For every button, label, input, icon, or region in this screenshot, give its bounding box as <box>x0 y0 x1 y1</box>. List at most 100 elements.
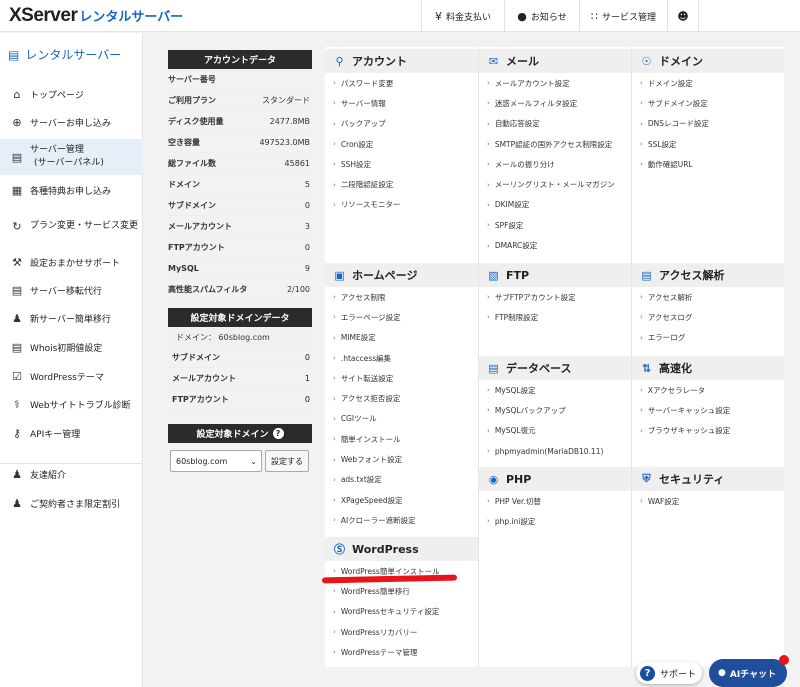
sidebar: ▤ レンタルサーバー ⌂ トップページ ⊕ サーバーお申し込み ▤ サーバー管理 (サーバ… <box>0 33 143 687</box>
menu-item[interactable]: › XPageSpeed設定 <box>325 490 478 510</box>
menu-item[interactable]: › SMTP認証の国外アクセス制限設定 <box>479 134 632 154</box>
sidebar-item-plan-change[interactable]: ↻ プラン変更・サービス変更 <box>0 209 143 243</box>
wordpress-theme-icon: ☑ <box>12 369 22 383</box>
service-management-nav-button[interactable]: ∷ サービス管理 <box>579 0 667 32</box>
menu-item[interactable]: › アクセス制限 <box>325 287 478 307</box>
menu-item[interactable]: › MIME設定 <box>325 328 478 348</box>
yen-circle-icon: ¥ <box>434 9 442 23</box>
menu-item[interactable]: › SSH設定 <box>325 154 478 174</box>
menu-item[interactable]: › パスワード変更 <box>325 73 478 93</box>
menu-item[interactable]: › 自動応答設定 <box>479 114 632 134</box>
bell-icon: ● <box>517 9 527 23</box>
section-homepage: ▣ ホームページ › アクセス制限 › エラーページ設定 › MIME設定 › .htacces… <box>325 263 478 531</box>
sidebar-item-wordpress-theme[interactable]: ☑ WordPressテーマ <box>0 365 143 387</box>
menu-item[interactable]: › ブラウザキャッシュ設定 <box>632 421 785 441</box>
menu-item[interactable]: › Webフォント設定 <box>325 449 478 469</box>
menu-item[interactable]: › MySQLバックアップ <box>479 400 632 420</box>
menu-item[interactable]: › メーリングリスト・メールマガジン <box>479 174 632 194</box>
sidebar-item-site-diagnosis[interactable]: ⚕ Webサイトトラブル診断 <box>0 393 143 415</box>
data-row: ディスク使用量 2477.8MB <box>168 111 312 132</box>
menu-item[interactable]: › SSL設定 <box>632 134 785 154</box>
menu-item[interactable]: › メールアカウント設定 <box>479 73 632 93</box>
section-speed-header: ⇅ 高速化 <box>632 356 785 380</box>
menu-item[interactable]: › サーバー情報 <box>325 93 478 113</box>
chevron-right-icon: › <box>333 354 336 363</box>
menu-item[interactable]: › アクセス解析 <box>632 287 785 307</box>
menu-item[interactable]: › .htaccess編集 <box>325 348 478 368</box>
php-icon: ◉ <box>488 472 499 486</box>
menu-item[interactable]: › AIクローラー遮断設定 <box>325 510 478 530</box>
sidebar-item-whois[interactable]: ▤ Whois初期値設定 <box>0 336 143 358</box>
sidebar-item-server-management[interactable]: ▤ サーバー管理 (サーバーパネル) <box>0 139 143 175</box>
menu-item[interactable]: › エラーログ <box>632 328 785 348</box>
notices-nav-button[interactable]: ● お知らせ <box>504 0 579 32</box>
sidebar-item-friend-referral[interactable]: ♟ 友達紹介 <box>0 463 143 485</box>
xserver-logo[interactable]: XServer レンタルサーバー <box>9 5 183 27</box>
billing-nav-button[interactable]: ¥ 料金支払い <box>421 0 504 32</box>
menu-item[interactable]: › MySQL設定 <box>479 380 632 400</box>
data-row: メールアカウント 1 <box>168 368 312 389</box>
sidebar-item-setup-support[interactable]: ⚒ 設定おまかせサポート <box>0 251 143 273</box>
menu-item[interactable]: › SPF設定 <box>479 215 632 235</box>
chevron-right-icon: › <box>333 160 336 169</box>
menu-item[interactable]: › ads.txt設定 <box>325 470 478 490</box>
domain-select[interactable]: 60sblog.com ⌄ <box>170 450 262 472</box>
support-button[interactable]: ? サポート <box>636 662 702 684</box>
sidebar-item-top[interactable]: ⌂ トップページ <box>0 83 143 105</box>
menu-item[interactable]: › リソースモニター <box>325 195 478 215</box>
menu-item[interactable]: › CGIツール <box>325 409 478 429</box>
sidebar-item-server-order[interactable]: ⊕ サーバーお申し込み <box>0 111 143 133</box>
menu-item[interactable]: › phpmyadmin(MariaDB10.11) <box>479 441 632 461</box>
menu-item[interactable]: › バックアップ <box>325 114 478 134</box>
menu-item[interactable]: › Cron設定 <box>325 134 478 154</box>
menu-item[interactable]: › サーバーキャッシュ設定 <box>632 400 785 420</box>
chevron-right-icon: › <box>487 241 490 250</box>
menu-item[interactable]: › WAF設定 <box>632 491 785 511</box>
chevron-right-icon: › <box>487 447 490 456</box>
sidebar-item-easy-migration[interactable]: ♟ 新サーバー簡単移行 <box>0 307 143 329</box>
section-security-header: ⛨ セキュリティ <box>632 467 785 491</box>
menu-item[interactable]: › 動作確認URL <box>632 154 785 174</box>
stethoscope-icon: ⚕ <box>14 397 20 411</box>
sidebar-item-api-keys[interactable]: ⚷ APIキー管理 <box>0 422 143 444</box>
menu-item[interactable]: › サブFTPアカウント設定 <box>479 287 632 307</box>
chevron-right-icon: › <box>487 221 490 230</box>
menu-item[interactable]: › 迷惑メールフィルタ設定 <box>479 93 632 113</box>
mail-icon: ✉ <box>488 54 499 68</box>
section-account: ⚲ アカウント › パスワード変更 › サーバー情報 › バックアップ › Cron設定 › SSH… <box>325 49 478 215</box>
section-domain-header: ☉ ドメイン <box>632 49 785 73</box>
menu-item[interactable]: › アクセス拒否設定 <box>325 388 478 408</box>
menu-item[interactable]: › WordPressテーマ管理 <box>325 642 478 662</box>
menu-item[interactable]: › PHP Ver.切替 <box>479 491 632 511</box>
menu-item[interactable]: › WordPress簡単移行 <box>325 581 478 601</box>
menu-item[interactable]: › DNSレコード設定 <box>632 114 785 134</box>
chevron-right-icon: › <box>487 140 490 149</box>
section-homepage-header: ▣ ホームページ <box>325 263 478 287</box>
sidebar-item-member-discount[interactable]: ♟ ご契約者さま限定割引 <box>0 492 143 514</box>
menu-item[interactable]: › サブドメイン設定 <box>632 93 785 113</box>
sidebar-item-benefits[interactable]: ▦ 各種特典お申し込み <box>0 179 143 201</box>
menu-item[interactable]: › DMARC設定 <box>479 235 632 255</box>
menu-item[interactable]: › メールの振り分け <box>479 154 632 174</box>
help-icon[interactable]: ? <box>272 428 284 439</box>
menu-item[interactable]: › アクセスログ <box>632 307 785 327</box>
menu-item[interactable]: › ドメイン設定 <box>632 73 785 93</box>
menu-item[interactable]: › DKIM設定 <box>479 195 632 215</box>
menu-item[interactable]: › 簡単インストール <box>325 429 478 449</box>
menu-item[interactable]: › php.ini設定 <box>479 511 632 531</box>
menu-item[interactable]: › エラーページ設定 <box>325 307 478 327</box>
menu-item[interactable]: › FTP制限設定 <box>479 307 632 327</box>
menu-item[interactable]: › Xアクセラレータ <box>632 380 785 400</box>
menu-item[interactable]: › MySQL復元 <box>479 421 632 441</box>
sidebar-item-migration-service[interactable]: ▤ サーバー移転代行 <box>0 279 143 301</box>
account-menu-button[interactable]: ☻ <box>667 0 699 32</box>
set-domain-button[interactable]: 設定する <box>265 450 309 472</box>
section-account-header: ⚲ アカウント <box>325 49 478 73</box>
chevron-right-icon: › <box>640 160 643 169</box>
ai-chat-button[interactable]: ● AIチャット <box>709 659 787 687</box>
menu-item[interactable]: › サイト転送設定 <box>325 368 478 388</box>
chevron-right-icon: › <box>487 426 490 435</box>
menu-item[interactable]: › WordPressリカバリー <box>325 622 478 642</box>
menu-item[interactable]: › WordPressセキュリティ設定 <box>325 602 478 622</box>
menu-item[interactable]: › 二段階認証設定 <box>325 174 478 194</box>
